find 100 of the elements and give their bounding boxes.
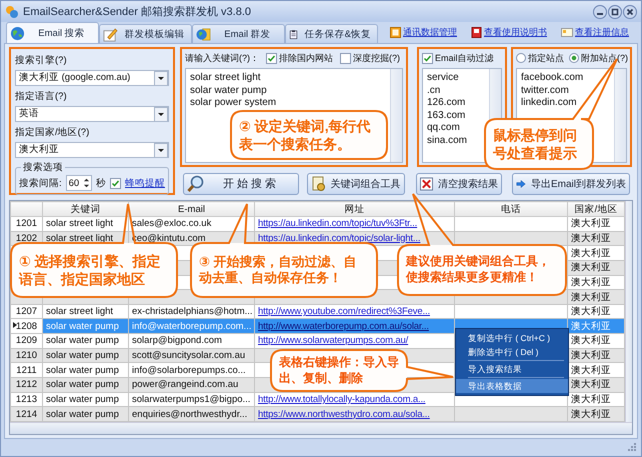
checkbox-label: 排除国内网站 <box>279 52 333 64</box>
tab[interactable]: Email 群发 <box>192 24 285 43</box>
minimize-icon[interactable] <box>593 4 607 18</box>
column-header[interactable]: 关键词 <box>42 202 128 216</box>
table-row[interactable]: 1214 solar water pump enquiries@northwesthydr... https://www.northwesthydro.com.au/sola... 澳大利亚 <box>10 406 624 422</box>
table-cell: 澳大利亚 <box>571 248 611 259</box>
table-cell: 澳大利亚 <box>571 292 611 303</box>
caret-icon <box>154 143 168 158</box>
row-number: 1213 <box>16 394 38 405</box>
column-header[interactable]: 网址 <box>254 202 454 216</box>
caret-icon <box>154 107 168 122</box>
engine-dropdown[interactable]: 澳大利亚 (google.com.au) <box>15 70 169 86</box>
vertical-scrollbar[interactable] <box>625 201 632 422</box>
menu-item[interactable]: 导入搜索结果 <box>456 362 568 376</box>
table-cell: 澳大利亚 <box>571 232 611 244</box>
unit-label: 秒 <box>96 176 106 190</box>
table-cell: solar water pump <box>46 408 119 420</box>
interval-spinner[interactable]: 60 <box>66 175 92 191</box>
arrow-right-icon <box>516 178 526 190</box>
table-cell: scott@suncitysolar.com.au <box>132 350 246 362</box>
radio-button[interactable] <box>569 53 579 63</box>
menu-item[interactable]: 导出表格数据 <box>456 379 568 393</box>
row-number: 1207 <box>16 306 38 318</box>
table-cell: 澳大利亚 <box>571 364 611 376</box>
toolbar-button[interactable]: 关键词组合工具 <box>307 172 405 194</box>
table-cell: solar water pump <box>46 364 119 376</box>
row-number: 1212 <box>16 379 38 390</box>
callout-tooltip: 表格右键操作：导入导出、复制、删除 <box>270 349 454 392</box>
table-cell: 澳大利亚 <box>571 379 611 390</box>
language-dropdown[interactable]: 英语 <box>15 106 169 122</box>
table-cell: 澳大利亚 <box>571 408 611 420</box>
engine-label: 搜索引擎(?) <box>15 54 68 67</box>
table-cell: 澳大利亚 <box>571 335 611 346</box>
search-icon <box>187 174 205 192</box>
table-cell: 澳大利亚 <box>571 320 611 332</box>
maximize-icon[interactable] <box>608 4 622 18</box>
table-cell: sales@exloc.co.uk <box>132 218 212 230</box>
tab[interactable]: 任务保存&恢复 <box>285 24 378 43</box>
table-cell: ex-christadelphians@hotm... <box>132 306 253 318</box>
radio-button[interactable] <box>516 53 526 63</box>
country-dropdown[interactable]: 澳大利亚 <box>15 142 169 158</box>
country-label: 指定国家/地区(?) <box>15 126 90 139</box>
id-card-icon <box>561 27 573 38</box>
table-cell: power@rangeind.com.au <box>132 379 238 390</box>
table-row[interactable]: 1208 solar water pump info@waterborepump.com... http://www.waterborepump.com.au/solar... 澳大利亚 <box>10 318 624 334</box>
table-cell: solar water pump <box>46 335 119 346</box>
checkbox[interactable] <box>266 52 277 64</box>
link[interactable]: 通讯数据管理 <box>390 26 457 39</box>
toolbar-button[interactable]: 开 始 搜 索 <box>183 172 299 194</box>
row-pointer-icon <box>13 322 17 328</box>
checkbox[interactable] <box>422 52 433 64</box>
row-number: 1202 <box>16 232 38 244</box>
tab[interactable]: Email 搜索 <box>6 22 99 43</box>
window-title: EmailSearcher&Sender 邮箱搜索群发机 v3.8.0 <box>23 4 252 19</box>
table-cell: solar street light <box>46 306 114 318</box>
close-icon[interactable] <box>623 4 637 18</box>
checkbox[interactable] <box>340 52 351 64</box>
table-cell: solar water pump <box>46 379 119 390</box>
table-row[interactable]: 1201 solar street light sales@exloc.co.uk https://au.linkedin.com/topic/tuv%3Ftr... 澳大利亚 <box>10 216 624 232</box>
app-icon <box>5 4 19 18</box>
toolbar-button[interactable]: 清空搜索结果 <box>416 172 502 194</box>
column-header[interactable]: E-mail <box>128 202 254 216</box>
beep-link[interactable]: 蜂鸣提醒 <box>125 176 165 190</box>
toolbar-button[interactable]: 导出Email到群发列表 <box>512 172 630 194</box>
globe-icon <box>10 26 25 40</box>
scrollbar[interactable] <box>390 69 402 162</box>
link[interactable]: 查看注册信息 <box>561 26 629 39</box>
pencil-note-icon <box>103 26 118 42</box>
table-cell: 澳大利亚 <box>571 394 611 405</box>
spin-arrows-icon <box>83 177 90 189</box>
column-header[interactable]: 国家/地区 <box>568 202 624 216</box>
caret-icon <box>154 71 168 86</box>
scrollbar[interactable] <box>614 69 626 162</box>
menu-item[interactable]: 复制选中行 ( Ctrl+C ) <box>456 331 568 345</box>
table-cell: 澳大利亚 <box>571 218 611 230</box>
row-number: 1214 <box>16 408 38 420</box>
row-number: 1208 <box>16 320 38 332</box>
language-label: 指定语言(?) <box>15 90 68 103</box>
row-number: 1201 <box>16 218 38 230</box>
table-cell: solarwaterpumps1@bigpo... <box>132 394 250 405</box>
table-cell: info@waterborepump.com... <box>132 320 252 332</box>
horizontal-scrollbar[interactable] <box>10 422 632 434</box>
row-number: 1209 <box>16 335 38 346</box>
clear-icon <box>420 176 433 190</box>
link[interactable]: 查看使用说明书 <box>471 26 547 39</box>
globe-book-icon <box>196 26 211 42</box>
manual-icon <box>471 27 482 38</box>
table-cell: 澳大利亚 <box>571 276 611 288</box>
tab[interactable]: 群发模板编辑 <box>99 24 192 43</box>
checkbox-label: Email自动过滤 <box>435 52 494 64</box>
checkbox-label: 深度挖掘(?) <box>353 52 400 64</box>
document-gear-icon <box>312 176 326 192</box>
callout-tooltip: ② 设定关键词,每行代表一个搜索任务。 <box>230 110 388 160</box>
group-title: 搜索选项 <box>21 161 65 174</box>
row-number: 1210 <box>16 350 38 362</box>
data-icon <box>390 27 401 38</box>
radio-label: 指定站点 <box>528 52 564 64</box>
column-header[interactable]: 电话 <box>454 202 568 216</box>
checkbox[interactable] <box>110 178 121 188</box>
table-cell: 澳大利亚 <box>571 350 611 362</box>
